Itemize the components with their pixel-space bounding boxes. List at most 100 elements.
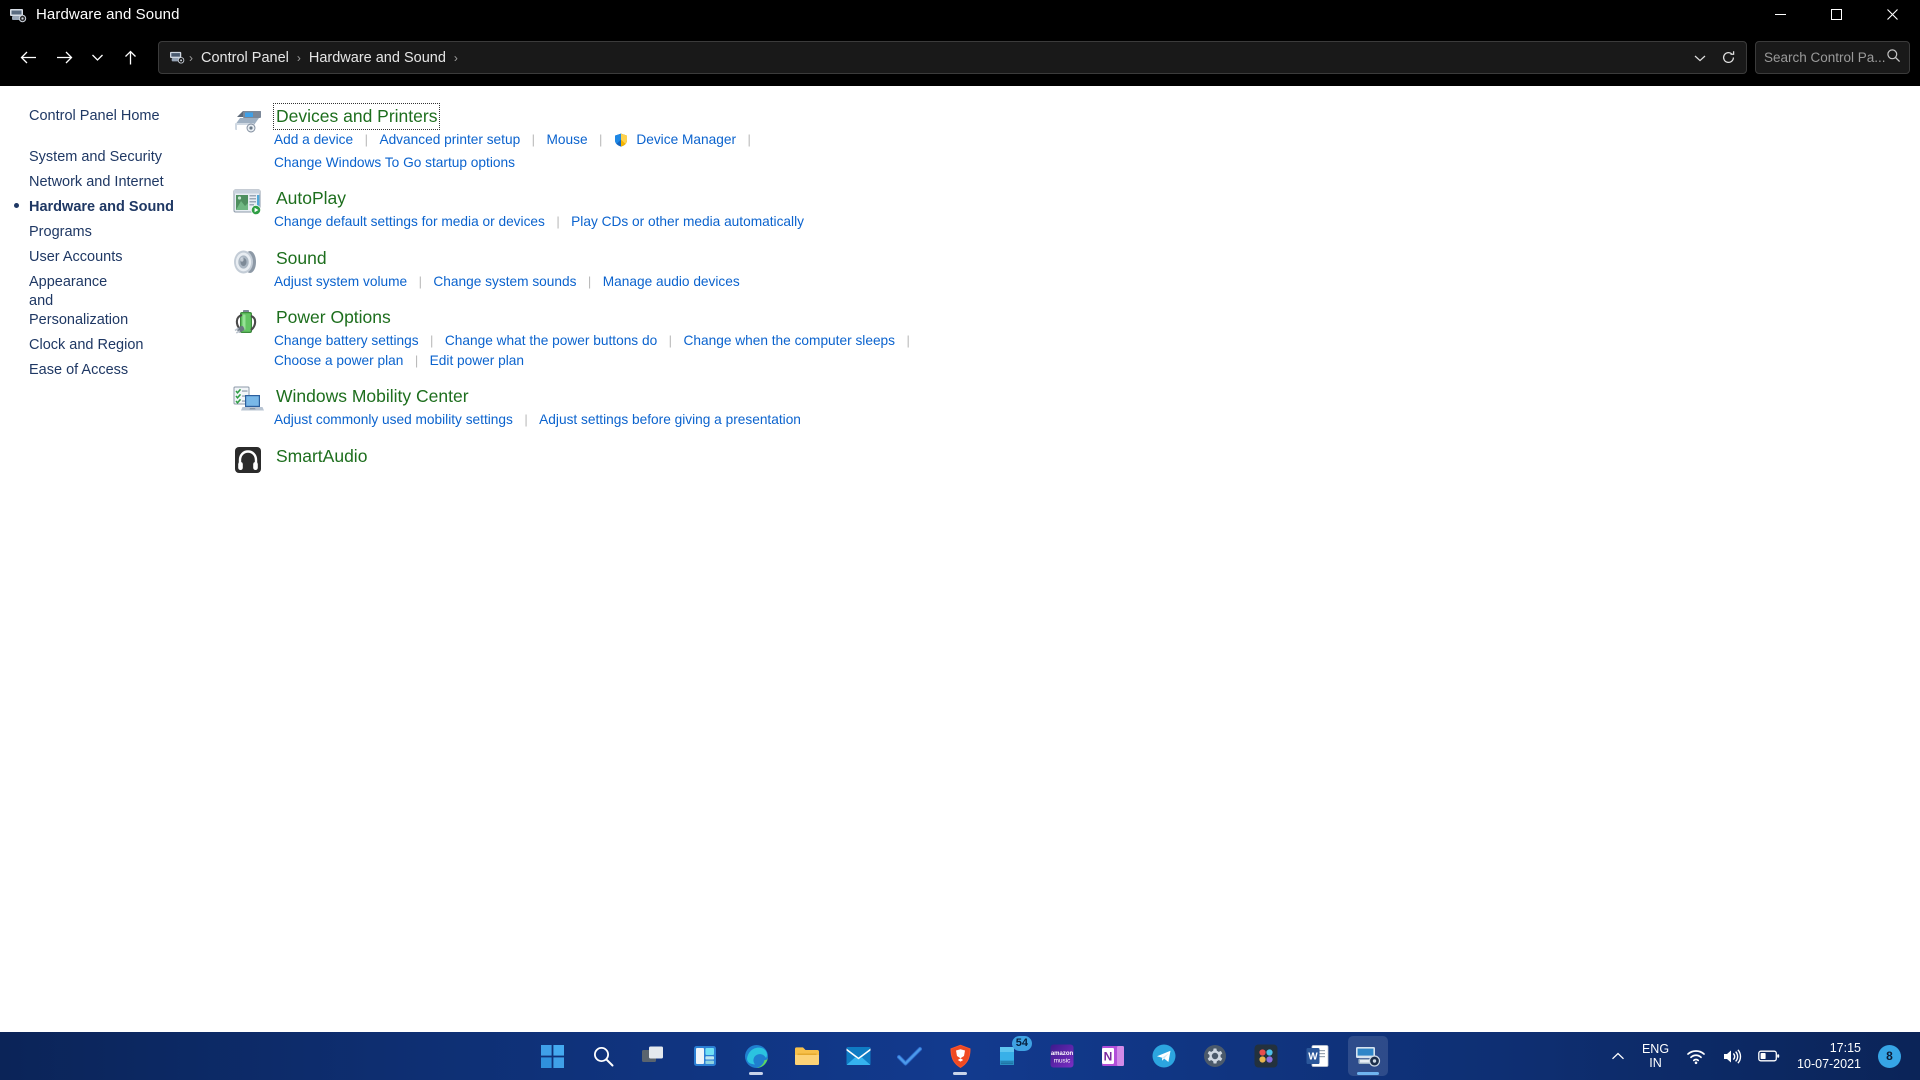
link-advanced-printer-setup[interactable]: Advanced printer setup <box>379 132 520 147</box>
sidebar: Control Panel Home System and Security N… <box>0 86 222 1032</box>
link-change-default-settings-for-media-or-devices[interactable]: Change default settings for media or dev… <box>274 214 545 229</box>
forward-button[interactable] <box>46 40 82 76</box>
recent-locations-button[interactable] <box>82 40 112 76</box>
back-button[interactable] <box>10 40 46 76</box>
language-secondary: IN <box>1649 1056 1662 1070</box>
telegram-button[interactable] <box>1144 1036 1184 1076</box>
sidebar-item-user-accounts[interactable]: User Accounts <box>0 245 222 270</box>
search-input[interactable] <box>1764 50 1886 65</box>
clock-date: 10-07-2021 <box>1797 1056 1861 1072</box>
uac-shield-icon <box>614 133 628 153</box>
navigation-bar: › Control Panel › Hardware and Sound › <box>0 29 1920 86</box>
battery-plug-icon <box>222 303 274 370</box>
link-divider: | <box>549 214 566 229</box>
mail-button[interactable] <box>838 1036 878 1076</box>
link-add-a-device[interactable]: Add a device <box>274 132 353 147</box>
notifications-button[interactable]: 8 <box>1871 1036 1908 1076</box>
clock[interactable]: 17:15 10-07-2021 <box>1789 1040 1869 1072</box>
search-taskbar-button[interactable] <box>583 1036 623 1076</box>
sidebar-item-programs[interactable]: Programs <box>0 220 222 245</box>
category-smartaudio: SmartAudio <box>222 442 1920 476</box>
category-links: Change default settings for media or dev… <box>274 212 804 232</box>
chevron-down-icon[interactable] <box>1686 44 1714 71</box>
content-area: Control Panel Home System and Security N… <box>0 86 1920 1032</box>
category-title-autoplay[interactable]: AutoPlay <box>274 186 348 211</box>
close-button[interactable] <box>1864 0 1920 29</box>
start-button[interactable] <box>532 1036 572 1076</box>
link-divider: | <box>408 353 425 368</box>
category-title-power-options[interactable]: Power Options <box>274 305 393 330</box>
category-links: Adjust commonly used mobility settings |… <box>274 410 801 430</box>
link-change-what-the-power-buttons-do[interactable]: Change what the power buttons do <box>445 333 657 348</box>
search-control-panel-box[interactable] <box>1755 41 1910 74</box>
sidebar-item-system-and-security[interactable]: System and Security <box>0 145 222 170</box>
store-button[interactable]: 54 <box>991 1036 1031 1076</box>
link-choose-a-power-plan[interactable]: Choose a power plan <box>274 353 403 368</box>
category-links: Add a device | Advanced printer setup | … <box>274 130 758 172</box>
file-explorer-button[interactable] <box>787 1036 827 1076</box>
breadcrumb-item-hardware-and-sound[interactable]: Hardware and Sound <box>303 47 452 69</box>
show-hidden-icons-button[interactable] <box>1604 1036 1632 1076</box>
address-bar[interactable]: › Control Panel › Hardware and Sound › <box>158 41 1747 74</box>
link-adjust-commonly-used-mobility-settings[interactable]: Adjust commonly used mobility settings <box>274 412 513 427</box>
link-divider: | <box>525 132 542 147</box>
category-title-devices-and-printers[interactable]: Devices and Printers <box>274 104 439 129</box>
widgets-button[interactable] <box>685 1036 725 1076</box>
settings-button[interactable] <box>1195 1036 1235 1076</box>
refresh-icon[interactable] <box>1714 44 1742 71</box>
brave-button[interactable] <box>940 1036 980 1076</box>
category-windows-mobility-center: Windows Mobility Center Adjust commonly … <box>222 382 1920 430</box>
category-body: Power Options Change battery settings | … <box>274 303 917 370</box>
sidebar-item-appearance-and-personalization[interactable]: Appearance and Personalization <box>0 270 130 333</box>
edge-button[interactable] <box>736 1036 776 1076</box>
task-view-button[interactable] <box>634 1036 674 1076</box>
link-manage-audio-devices[interactable]: Manage audio devices <box>603 274 740 289</box>
word-button[interactable]: W <box>1297 1036 1337 1076</box>
link-mouse[interactable]: Mouse <box>547 132 588 147</box>
category-title-windows-mobility-center[interactable]: Windows Mobility Center <box>274 384 471 409</box>
link-row: Add a device | Advanced printer setup | … <box>274 130 758 153</box>
category-title-sound[interactable]: Sound <box>274 246 329 271</box>
sidebar-item-network-and-internet[interactable]: Network and Internet <box>0 170 222 195</box>
link-change-battery-settings[interactable]: Change battery settings <box>274 333 419 348</box>
battery-icon[interactable] <box>1751 1036 1787 1076</box>
wifi-icon[interactable] <box>1679 1036 1713 1076</box>
link-change-system-sounds[interactable]: Change system sounds <box>433 274 576 289</box>
sidebar-item-clock-and-region[interactable]: Clock and Region <box>0 333 222 358</box>
davinci-resolve-button[interactable] <box>1246 1036 1286 1076</box>
taskbar: 54 amazon music N <box>0 1032 1920 1080</box>
breadcrumb-separator: › <box>295 51 303 65</box>
window-controls <box>1752 0 1920 29</box>
sidebar-item-hardware-and-sound[interactable]: Hardware and Sound <box>0 195 222 220</box>
link-adjust-system-volume[interactable]: Adjust system volume <box>274 274 407 289</box>
todo-button[interactable] <box>889 1036 929 1076</box>
link-divider: | <box>581 274 598 289</box>
link-edit-power-plan[interactable]: Edit power plan <box>430 353 524 368</box>
breadcrumb-separator: › <box>187 51 195 65</box>
address-control-panel-icon <box>169 50 187 66</box>
link-change-when-the-computer-sleeps[interactable]: Change when the computer sleeps <box>683 333 895 348</box>
sidebar-item-ease-of-access[interactable]: Ease of Access <box>0 358 222 383</box>
category-body: Devices and Printers Add a device | Adva… <box>274 102 758 172</box>
breadcrumb-item-control-panel[interactable]: Control Panel <box>195 47 295 69</box>
svg-text:W: W <box>1308 1052 1318 1063</box>
up-button[interactable] <box>112 40 148 76</box>
category-links: Adjust system volume | Change system sou… <box>274 272 740 292</box>
onenote-button[interactable]: N <box>1093 1036 1133 1076</box>
system-tray: ENG IN <box>1604 1032 1920 1080</box>
maximize-button[interactable] <box>1808 0 1864 29</box>
link-divider: | <box>740 132 757 147</box>
link-device-manager[interactable]: Device Manager <box>636 132 736 147</box>
minimize-button[interactable] <box>1752 0 1808 29</box>
link-play-cds-or-other-media-automatically[interactable]: Play CDs or other media automatically <box>571 214 804 229</box>
language-indicator[interactable]: ENG IN <box>1634 1042 1677 1070</box>
category-title-smartaudio[interactable]: SmartAudio <box>274 444 369 469</box>
volume-icon[interactable] <box>1715 1036 1749 1076</box>
link-change-windows-to-go-startup-options[interactable]: Change Windows To Go startup options <box>274 155 515 170</box>
search-icon[interactable] <box>1886 48 1901 68</box>
link-row: Choose a power plan | Edit power plan <box>274 351 917 371</box>
sidebar-item-control-panel-home[interactable]: Control Panel Home <box>0 104 222 129</box>
link-adjust-settings-before-giving-a-presentation[interactable]: Adjust settings before giving a presenta… <box>539 412 801 427</box>
control-panel-button[interactable] <box>1348 1036 1388 1076</box>
amazon-music-button[interactable]: amazon music <box>1042 1036 1082 1076</box>
